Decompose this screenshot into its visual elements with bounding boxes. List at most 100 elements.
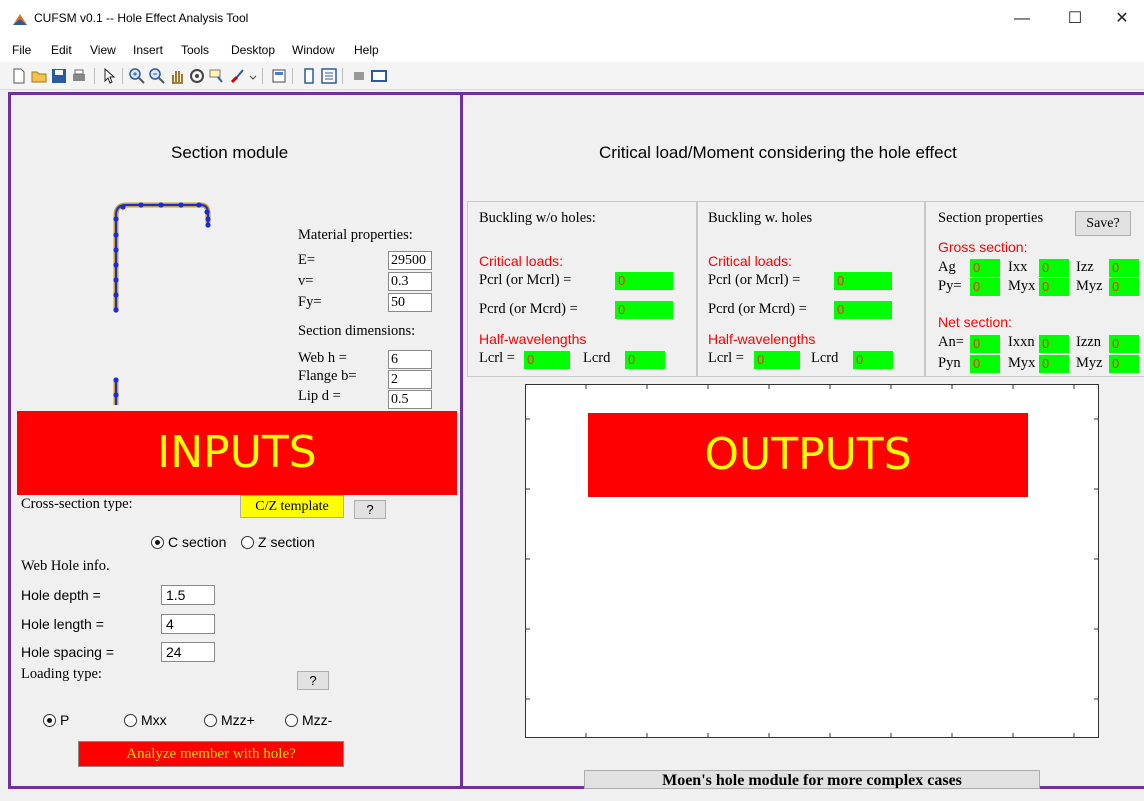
data-cursor-icon[interactable] xyxy=(208,67,226,85)
c-section-radio[interactable]: C section xyxy=(151,534,226,550)
analyze-member-button[interactable]: Analyze member with hole? xyxy=(78,741,344,767)
menu-help[interactable]: Help xyxy=(354,43,379,57)
menu-bar: File Edit View Insert Tools Desktop Wind… xyxy=(0,38,1144,62)
link-icon[interactable] xyxy=(244,67,262,85)
cross-section-type-label: Cross-section type: xyxy=(21,496,133,512)
c-section-radio-dot[interactable] xyxy=(151,535,164,549)
box1-lcrd-label: Lcrd xyxy=(583,350,611,366)
myx-net-value: 0 xyxy=(1039,355,1069,373)
ag-label: Ag xyxy=(938,259,956,275)
section-module-title: Section module xyxy=(171,143,289,162)
zoom-in-icon[interactable] xyxy=(128,67,146,85)
moen-hole-module-button[interactable]: Moen's hole module for more complex case… xyxy=(584,770,1040,789)
myx-net-label: Myx xyxy=(1008,355,1036,371)
cz-template-button[interactable]: C/Z template xyxy=(240,495,344,518)
section-properties-title: Section properties xyxy=(938,210,1044,226)
menu-window[interactable]: Window xyxy=(292,43,335,57)
menu-insert[interactable]: Insert xyxy=(133,43,163,57)
izz-value: 0 xyxy=(1109,259,1139,277)
flange-b-label: Flange b= xyxy=(298,368,357,384)
box2-lcrd-value: 0 xyxy=(853,351,893,369)
matlab-logo-icon xyxy=(13,14,27,25)
print-icon[interactable] xyxy=(70,67,88,85)
load-mzz-minus-radio[interactable]: Mzz- xyxy=(285,712,332,728)
myz-label: Myz xyxy=(1076,278,1103,294)
web-h-input[interactable]: 6 xyxy=(388,350,432,369)
box2-pcrd-value: 0 xyxy=(834,301,892,319)
hole-depth-input[interactable]: 1.5 xyxy=(161,585,215,605)
box2-half-wavelengths-label: Half-wavelengths xyxy=(708,331,816,347)
open-folder-icon[interactable] xyxy=(30,67,48,85)
load-mzz-plus-radio[interactable]: Mzz+ xyxy=(204,712,255,728)
new-file-icon[interactable] xyxy=(10,67,28,85)
v-input[interactable]: 0.3 xyxy=(388,272,432,291)
pan-hand-icon[interactable] xyxy=(168,67,186,85)
dock-figure-icon[interactable] xyxy=(370,67,388,85)
izz-label: Izz xyxy=(1076,259,1094,275)
output-title: Critical load/Moment considering the hol… xyxy=(599,143,957,162)
rotate-3d-icon[interactable] xyxy=(188,67,206,85)
z-section-radio-dot[interactable] xyxy=(241,535,254,549)
zoom-out-icon[interactable] xyxy=(148,67,166,85)
pointer-icon[interactable] xyxy=(100,67,118,85)
maximize-button[interactable]: ☐ xyxy=(1055,6,1095,32)
box1-title: Buckling w/o holes: xyxy=(479,210,596,226)
template-help-button[interactable]: ? xyxy=(354,500,386,519)
menu-edit[interactable]: Edit xyxy=(51,43,72,57)
buckling-without-holes-box: Buckling w/o holes: Critical loads: Pcrl… xyxy=(467,201,697,377)
box2-title: Buckling w. holes xyxy=(708,210,813,226)
save-icon[interactable] xyxy=(50,67,68,85)
hole-spacing-input[interactable]: 24 xyxy=(161,642,215,662)
load-mzz-minus-label: Mzz- xyxy=(302,712,333,728)
load-p-radio-dot[interactable] xyxy=(43,713,56,727)
lip-d-label: Lip d = xyxy=(298,388,341,404)
box1-pcrl-label: Pcrl (or Mcrl) = xyxy=(479,272,572,288)
z-section-radio[interactable]: Z section xyxy=(241,534,315,550)
section-dimensions-label: Section dimensions: xyxy=(298,323,416,339)
close-button[interactable]: ✕ xyxy=(1102,6,1142,32)
menu-file[interactable]: File xyxy=(12,43,31,57)
myz-value: 0 xyxy=(1109,278,1139,296)
web-h-label: Web h = xyxy=(298,350,347,366)
myx-value: 0 xyxy=(1039,278,1069,296)
inputs-banner: INPUTS xyxy=(17,411,457,495)
insert-legend-icon[interactable] xyxy=(300,67,318,85)
flange-b-input[interactable]: 2 xyxy=(388,370,432,389)
hole-depth-label: Hole depth = xyxy=(21,587,101,603)
insert-colorbar-icon[interactable] xyxy=(270,67,288,85)
box2-lcrd-label: Lcrd xyxy=(811,350,839,366)
hide-plot-tools-icon[interactable] xyxy=(320,67,338,85)
box2-pcrd-label: Pcrd (or Mcrd) = xyxy=(708,301,807,317)
v-label: v= xyxy=(298,273,314,289)
loading-type-label: Loading type: xyxy=(21,666,102,682)
box2-pcrl-label: Pcrl (or Mcrl) = xyxy=(708,272,801,288)
ixx-label: Ixx xyxy=(1008,259,1028,275)
menu-view[interactable]: View xyxy=(90,43,116,57)
box1-half-wavelengths-label: Half-wavelengths xyxy=(479,331,587,347)
menu-desktop[interactable]: Desktop xyxy=(231,43,275,57)
save-button[interactable]: Save? xyxy=(1075,211,1131,236)
menu-tools[interactable]: Tools xyxy=(181,43,209,57)
e-input[interactable]: 29500 xyxy=(388,251,432,270)
an-value: 0 xyxy=(970,335,1000,353)
title-bar: CUFSM v0.1 -- Hole Effect Analysis Tool … xyxy=(0,0,1144,38)
box1-lcrl-label: Lcrl = xyxy=(479,350,515,366)
myx-label: Myx xyxy=(1008,278,1036,294)
load-mzz-minus-radio-dot[interactable] xyxy=(285,713,298,727)
load-p-radio[interactable]: P xyxy=(43,712,69,728)
loading-help-button[interactable]: ? xyxy=(297,671,329,690)
load-mxx-radio-dot[interactable] xyxy=(124,713,137,727)
ixxn-value: 0 xyxy=(1039,335,1069,353)
hole-length-input[interactable]: 4 xyxy=(161,614,215,634)
fy-label: Fy= xyxy=(298,294,322,310)
box1-lcrd-value: 0 xyxy=(625,351,665,369)
load-mzz-plus-radio-dot[interactable] xyxy=(204,713,217,727)
show-plot-tools-icon[interactable] xyxy=(350,67,368,85)
z-section-label: Z section xyxy=(258,534,315,550)
minimize-button[interactable]: — xyxy=(1002,6,1042,32)
izzn-label: Izzn xyxy=(1076,334,1101,350)
lip-d-input[interactable]: 0.5 xyxy=(388,390,432,409)
box1-lcrl-value: 0 xyxy=(524,351,570,369)
load-mxx-radio[interactable]: Mxx xyxy=(124,712,167,728)
fy-input[interactable]: 50 xyxy=(388,293,432,312)
